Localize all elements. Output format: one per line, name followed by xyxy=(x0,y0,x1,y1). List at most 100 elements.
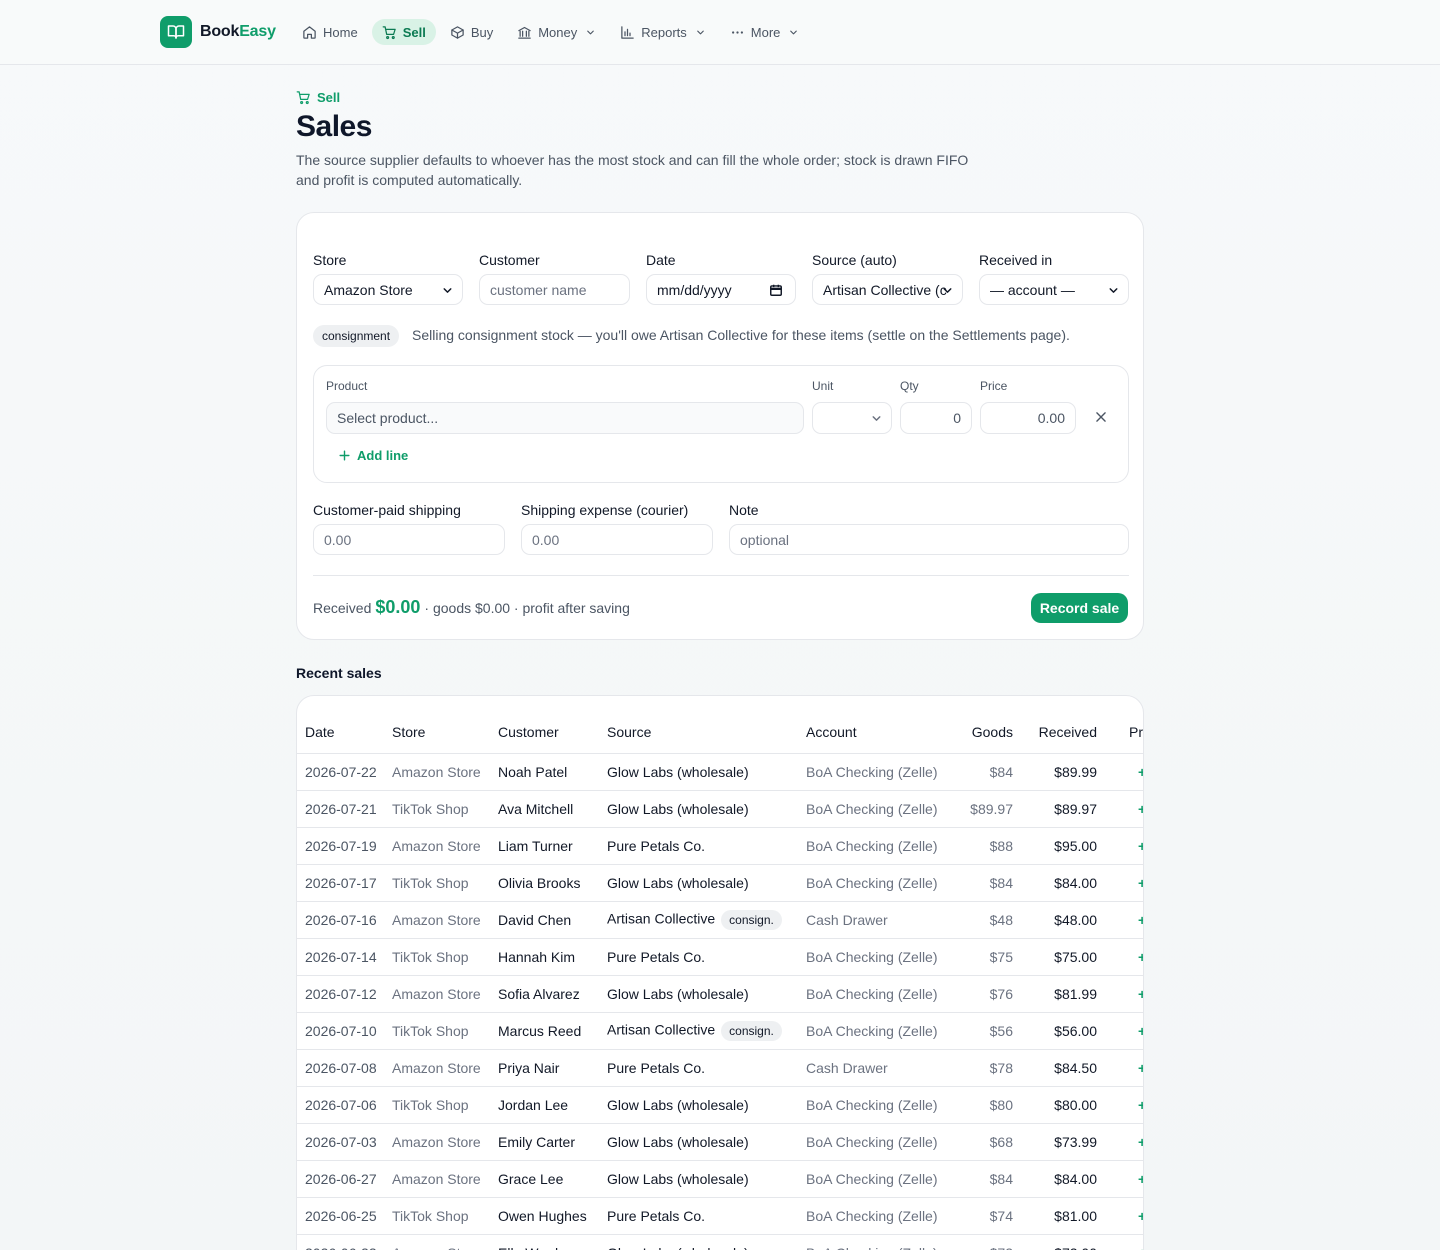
goods-cell: $78 xyxy=(951,1049,1021,1087)
chevron-down-icon xyxy=(1109,288,1118,293)
table-row[interactable]: 2026-06-25 TikTok Shop Owen Hughes Pure Pet… xyxy=(297,1197,1143,1235)
table-row[interactable]: 2026-06-22Amazon StoreElla WardGlow Labs… xyxy=(297,1234,1143,1250)
account-cell: BoA Checking (Zelle) xyxy=(806,1160,951,1198)
table-row[interactable]: 2026-07-08 Amazon Store Priya Nair Pure Pet… xyxy=(297,1049,1143,1087)
received-cell: $80.00 xyxy=(1021,1086,1105,1124)
column-header-account[interactable]: Account xyxy=(806,696,951,754)
date-cell: 2026-07-14 xyxy=(297,938,392,976)
goods-cell: $76 xyxy=(951,975,1021,1013)
customer-shipping-label: Customer-paid shipping xyxy=(313,502,461,518)
close-icon[interactable] xyxy=(1094,410,1108,424)
brand[interactable]: BookEasy xyxy=(160,16,276,48)
table-row[interactable]: 2026-06-27 Amazon Store Grace Lee Glow Labs… xyxy=(297,1160,1143,1198)
column-header-goods[interactable]: Goods xyxy=(951,696,1021,754)
customer-shipping-input[interactable]: 0.00 xyxy=(313,524,505,555)
column-header-customer[interactable]: Customer xyxy=(498,696,607,754)
profit-cell: +$53.83 xyxy=(1105,753,1143,791)
source-cell: Pure Petals Co. xyxy=(607,1049,806,1087)
shipping-expense-input[interactable]: 0.00 xyxy=(521,524,713,555)
nav-reports[interactable]: Reports xyxy=(610,19,716,45)
account-cell: BoA Checking (Zelle) xyxy=(806,827,951,865)
date-input[interactable]: mm/dd/yyyy xyxy=(646,274,796,305)
store-cell: Amazon Store xyxy=(392,1123,498,1161)
chevron-down-icon xyxy=(696,30,704,34)
profit-cell: +$50.00 xyxy=(1105,864,1143,902)
account-cell: BoA Checking (Zelle) xyxy=(806,975,951,1013)
nav-sell[interactable]: Sell xyxy=(371,19,436,45)
nav-more[interactable]: More xyxy=(720,19,810,45)
store-cell: TikTok Shop xyxy=(392,1197,498,1235)
product-select[interactable]: Select product... xyxy=(326,402,804,434)
table-row[interactable]: 2026-07-10 TikTok Shop Marcus Reed Artisan … xyxy=(297,1012,1143,1050)
source-cell: Glow Labs (wholesale) xyxy=(607,1160,806,1198)
qty-input[interactable]: 0 xyxy=(900,402,972,434)
nav-buy[interactable]: Buy xyxy=(440,19,503,45)
store-cell: Amazon Store xyxy=(392,901,498,939)
column-header-date[interactable]: Date xyxy=(297,696,392,754)
store-cell: Amazon Store xyxy=(392,753,498,791)
store-cell: Amazon Store xyxy=(392,1234,498,1250)
table-row[interactable]: 2026-07-03 Amazon Store Emily Carter Glow L… xyxy=(297,1123,1143,1161)
cart-icon xyxy=(296,91,310,105)
nav-home[interactable]: Home xyxy=(292,19,368,45)
date-cell: 2026-06-25 xyxy=(297,1197,392,1235)
brand-name: BookEasy xyxy=(200,23,276,40)
date-cell: 2026-06-27 xyxy=(297,1160,392,1198)
date-cell: 2026-06-22 xyxy=(297,1234,392,1250)
received-cell: $84.00 xyxy=(1021,864,1105,902)
received-in-label: Received in xyxy=(979,252,1053,268)
column-header-store[interactable]: Store xyxy=(392,696,498,754)
table-row[interactable]: 2026-07-17 TikTok Shop Olivia Brooks Glow L… xyxy=(297,864,1143,902)
price-input[interactable]: 0.00 xyxy=(980,402,1076,434)
column-header-source[interactable]: Source xyxy=(607,696,806,754)
account-cell: BoA Checking (Zelle) xyxy=(806,753,951,791)
price-column-label: Price xyxy=(980,379,1008,393)
profit-cell: +$46.00 xyxy=(1105,1197,1143,1235)
column-header-profit[interactable]: Profit xyxy=(1105,696,1143,754)
source-select[interactable]: Artisan Collective (c xyxy=(812,274,963,305)
source-cell: Glow Labs (wholesale) xyxy=(607,864,806,902)
goods-cell: $75 xyxy=(951,938,1021,976)
customer-cell: David Chen xyxy=(498,901,607,939)
line-items-box: Product Unit Qty Price Select product...… xyxy=(313,365,1129,483)
add-line-button[interactable]: Add line xyxy=(338,448,408,463)
customer-input[interactable]: customer name xyxy=(479,274,630,305)
date-cell: 2026-07-03 xyxy=(297,1123,392,1161)
account-cell: Cash Drawer xyxy=(806,901,951,939)
column-header-received[interactable]: Received xyxy=(1021,696,1105,754)
bar-chart-icon xyxy=(621,25,634,39)
table-row[interactable]: 2026-07-06 TikTok Shop Jordan Lee Glow Labs… xyxy=(297,1086,1143,1124)
received-in-select[interactable]: — account — xyxy=(979,274,1129,305)
account-cell: BoA Checking (Zelle) xyxy=(806,1234,951,1250)
table-row[interactable]: 2026-07-21 TikTok Shop Ava Mitchell Glow La… xyxy=(297,790,1143,828)
profit-cell: +$60.00 xyxy=(1105,827,1143,865)
page-description: The source supplier defaults to whoever … xyxy=(296,152,969,188)
plus-icon xyxy=(339,450,350,461)
received-cell: $89.99 xyxy=(1021,753,1105,791)
unit-select[interactable] xyxy=(812,402,892,434)
store-cell: TikTok Shop xyxy=(392,1086,498,1124)
customer-cell: Ella Ward xyxy=(498,1234,607,1250)
source-cell: Glow Labs (wholesale) xyxy=(607,753,806,791)
table-row[interactable]: 2026-07-12 Amazon Store Sofia Alvarez Glow … xyxy=(297,975,1143,1013)
note-input[interactable]: optional xyxy=(729,524,1129,555)
calendar-icon[interactable] xyxy=(769,283,783,297)
customer-cell: Liam Turner xyxy=(498,827,607,865)
chevron-down-icon xyxy=(943,288,952,293)
main-nav: Home Sell Buy Money Reports More xyxy=(292,19,809,45)
customer-label: Customer xyxy=(479,252,540,268)
table-row[interactable]: 2026-07-16 Amazon Store David Chen Artisan … xyxy=(297,901,1143,939)
received-cell: $48.00 xyxy=(1021,901,1105,939)
record-sale-button[interactable]: Record sale xyxy=(1031,593,1128,623)
table-row[interactable]: 2026-07-14 TikTok Shop Hannah Kim Pure Peta… xyxy=(297,938,1143,976)
divider xyxy=(313,575,1129,576)
source-cell: Pure Petals Co. xyxy=(607,938,806,976)
top-nav-bar: BookEasy Home Sell Buy Money Reports Mor… xyxy=(0,0,1440,65)
note-label: Note xyxy=(729,502,759,518)
table-row[interactable]: 2026-07-22 Amazon Store Noah Patel Glow Lab… xyxy=(297,753,1143,791)
nav-money[interactable]: Money xyxy=(507,19,606,45)
store-select[interactable]: Amazon Store xyxy=(313,274,463,305)
table-row[interactable]: 2026-07-19 Amazon Store Liam Turner Pure Pe… xyxy=(297,827,1143,865)
qty-column-label: Qty xyxy=(900,379,919,393)
profit-cell: +$30.00 xyxy=(1105,1012,1143,1050)
